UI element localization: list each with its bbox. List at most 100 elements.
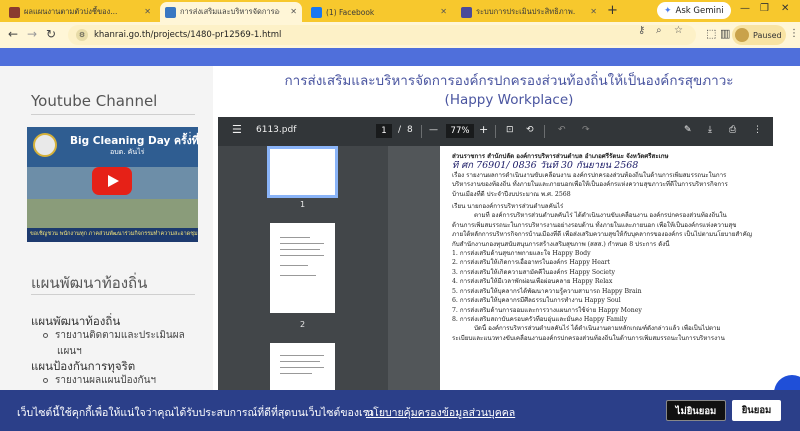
zoom-level-input[interactable]: 77% bbox=[446, 124, 474, 138]
address-bar[interactable]: ⚙ khanrai.go.th/projects/1480-pr12569-1.… bbox=[68, 25, 696, 45]
doc-line: 2. การส่งเสริมให้เกิดการเอื้ออาทรในองค์ก… bbox=[452, 259, 610, 267]
download-icon[interactable]: ⤓ bbox=[708, 125, 712, 135]
divider bbox=[31, 114, 195, 115]
doc-line: บัดนี้ องค์การบริหารส่วนตำบลคันไร่ ได้ดำ… bbox=[474, 325, 721, 333]
thumbnail-text-line bbox=[280, 237, 310, 238]
video-subtitle: อบต. คันไร่ bbox=[110, 148, 145, 156]
maximize-icon[interactable]: ❐ bbox=[760, 3, 769, 14]
page-thumbnail-2[interactable] bbox=[270, 223, 335, 313]
browser-toolbar: ← → ↻ ⚙ khanrai.go.th/projects/1480-pr12… bbox=[0, 22, 800, 48]
doc-line: บริหารงานของท้องถิ่น ทั้งภายในและภายนอกเ… bbox=[452, 181, 728, 189]
doc-line: 8. การส่งเสริมสถาบันครอบครัวที่อบอุ่นและ… bbox=[452, 315, 628, 323]
bookmark-star-icon[interactable]: ☆ bbox=[674, 25, 683, 36]
password-key-icon[interactable]: ⚷ bbox=[638, 25, 645, 36]
reload-icon[interactable]: ↻ bbox=[46, 27, 56, 41]
extensions-icon[interactable]: ⬚ bbox=[706, 27, 716, 40]
doc-line: 3. การส่งเสริมให้เกิดความสามัคคีในองค์กร… bbox=[452, 268, 615, 276]
forward-arrow-icon[interactable]: → bbox=[27, 27, 37, 41]
decline-cookies-button[interactable]: ไม่ยินยอม bbox=[666, 400, 726, 421]
tab-title: การส่งเสริมและบริหารจัดการองค์กร bbox=[180, 7, 280, 16]
doc-line: ส่วนราชการ สำนักปลัด องค์การบริหารส่วนตำ… bbox=[452, 153, 669, 160]
thumbnail-text-line bbox=[280, 275, 316, 276]
site-favicon-icon bbox=[461, 6, 472, 18]
thumbnail-text-line bbox=[280, 373, 312, 374]
doc-line: เรื่อง รายงานผลการดำเนินงานขับเคลื่อนงาน… bbox=[452, 171, 727, 179]
doc-line: บ้านเมืองที่ดี ประจำปีงบประมาณ พ.ศ. 2568 bbox=[452, 190, 571, 198]
avatar bbox=[735, 28, 749, 42]
side-panel-icon[interactable]: ▥ bbox=[720, 27, 730, 40]
doc-line: 6. การส่งเสริมให้บุคลากรมีศีลธรรมในการทำ… bbox=[452, 297, 621, 305]
page-number-input[interactable]: 1 bbox=[376, 124, 392, 138]
close-tab-icon[interactable]: ✕ bbox=[290, 7, 297, 16]
pdf-toolbar: ☰ 6113.pdf 1 / 8 — 77% + ⊡ ⟲ ↶ ↷ ✎ ⤓ ⎙ ⋮ bbox=[218, 117, 773, 146]
annotate-icon[interactable]: ✎ bbox=[684, 125, 692, 135]
youtube-video-embed[interactable]: Big Cleaning Day ครั้งที่ อบต. คันไร่ ⋮ … bbox=[27, 127, 198, 242]
redo-icon[interactable]: ↷ bbox=[582, 125, 590, 135]
thumbnail-panel: 1 2 bbox=[218, 146, 388, 431]
play-button-icon[interactable] bbox=[92, 167, 132, 195]
doc-line: ด้านการเพิ่มสมรรถนะในการบริหารงานอย่างรอ… bbox=[452, 221, 737, 229]
zoom-icon[interactable]: ⌕ bbox=[656, 25, 662, 36]
doc-line: ภายใต้หลักการบริหารกิจการบ้านเมืองที่ดี … bbox=[452, 231, 753, 239]
doc-line: 5. การส่งเสริมให้บุคลากรได้พัฒนาความรู้ค… bbox=[452, 287, 642, 295]
print-icon[interactable]: ⎙ bbox=[729, 125, 736, 135]
doc-line: 7. การส่งเสริมด้านการออมและการวางแผนการใ… bbox=[452, 306, 642, 314]
doc-line: ตามที่ องค์การบริหารส่วนตำบลคันไร่ ได้ดำ… bbox=[474, 212, 727, 220]
zoom-in-icon[interactable]: + bbox=[479, 123, 488, 136]
profile-button[interactable]: Paused bbox=[732, 25, 786, 45]
bullet-icon bbox=[43, 332, 48, 338]
pdf-page-content: ส่วนราชการ สำนักปลัด องค์การบริหารส่วนตำ… bbox=[440, 146, 773, 431]
sidebar-subitem-continuation[interactable]: แผนฯ bbox=[57, 344, 82, 359]
thumbnail-text-line bbox=[280, 249, 320, 250]
thumbnail-text-line bbox=[280, 255, 324, 256]
doc-line: เรียน นายกองค์การบริหารส่วนตำบลคันไร่ bbox=[452, 203, 564, 211]
privacy-policy-link[interactable]: นโยบายคุ้มครองข้อมูลส่วนบุคคล bbox=[366, 404, 515, 421]
site-favicon-icon bbox=[165, 6, 176, 18]
close-tab-icon[interactable]: ✕ bbox=[440, 7, 447, 16]
close-tab-icon[interactable]: ✕ bbox=[144, 7, 151, 16]
thumbnail-label: 2 bbox=[299, 320, 306, 329]
gemini-sparkle-icon: ✦ bbox=[664, 5, 672, 16]
close-tab-icon[interactable]: ✕ bbox=[590, 7, 597, 16]
new-tab-button[interactable]: + bbox=[607, 3, 618, 18]
browser-tab-1[interactable]: ผลแผนงานตามตัวบ่งชี้ของ... ✕ bbox=[4, 2, 156, 22]
undo-icon[interactable]: ↶ bbox=[558, 125, 566, 135]
minimize-icon[interactable]: — bbox=[740, 3, 750, 14]
ask-gemini-button[interactable]: ✦ Ask Gemini bbox=[657, 2, 731, 19]
zoom-out-icon[interactable]: — bbox=[429, 125, 438, 135]
accept-cookies-button[interactable]: ยินยอม bbox=[732, 400, 781, 421]
page-title-line1: การส่งเสริมและบริหารจัดการองค์กรปกครองส่… bbox=[284, 73, 734, 89]
browser-menu-icon[interactable]: ⋮ bbox=[789, 28, 799, 39]
video-thumbnail-ground bbox=[27, 199, 198, 229]
video-more-icon[interactable]: ⋮ bbox=[185, 131, 195, 142]
browser-tab-3[interactable]: (1) Facebook ✕ bbox=[306, 2, 452, 22]
divider bbox=[31, 294, 195, 295]
doc-line: กับสำนักงานกองทุนสนับสนุนการสร้างเสริมสุ… bbox=[452, 240, 670, 248]
sidebar-subitem-anticorruption-report[interactable]: รายงานผลแผนป้องกันฯ bbox=[43, 373, 156, 388]
video-caption: ขอเชิญชวน พนักงานทุก ภาคส่วนพัฒนาร่วมกิจ… bbox=[27, 228, 198, 242]
ask-gemini-label: Ask Gemini bbox=[675, 5, 724, 16]
sidebar-toggle-icon[interactable]: ☰ bbox=[232, 123, 242, 136]
more-options-icon[interactable]: ⋮ bbox=[753, 125, 762, 135]
page-title-line2: (Happy Workplace) bbox=[444, 92, 574, 108]
close-window-icon[interactable]: ✕ bbox=[781, 3, 789, 14]
url-text[interactable]: khanrai.go.th/projects/1480-pr12569-1.ht… bbox=[94, 30, 281, 40]
page-separator: / bbox=[398, 125, 402, 135]
fit-page-icon[interactable]: ⊡ bbox=[506, 125, 514, 135]
browser-tab-4[interactable]: ระบบการประเมินประสิทธิภาพ... ✕ bbox=[456, 2, 602, 22]
doc-line: ระเบียบและแนวทางขับเคลื่อนงานองค์กรปกครอ… bbox=[452, 334, 725, 342]
sidebar-subitem-monitoring-report[interactable]: รายงานติดตามและประเมินผล bbox=[43, 328, 185, 343]
browser-tab-strip: ผลแผนงานตามตัวบ่งชี้ของ... ✕ การส่งเสริม… bbox=[0, 0, 800, 22]
bullet-icon bbox=[43, 377, 48, 383]
tab-title: (1) Facebook bbox=[326, 7, 375, 17]
rotate-icon[interactable]: ⟲ bbox=[526, 125, 534, 135]
browser-tab-2[interactable]: การส่งเสริมและบริหารจัดการองค์กร ✕ bbox=[160, 2, 302, 22]
thumbnail-text-line bbox=[280, 367, 324, 368]
tab-title: ผลแผนงานตามตัวบ่งชี้ของ... bbox=[24, 7, 118, 16]
site-info-icon[interactable]: ⚙ bbox=[76, 29, 88, 41]
sidebar: Youtube Channel Big Cleaning Day ครั้งที… bbox=[0, 66, 213, 431]
channel-logo[interactable] bbox=[33, 133, 57, 157]
page-thumbnail-1[interactable] bbox=[267, 146, 338, 198]
back-arrow-icon[interactable]: ← bbox=[8, 27, 18, 41]
site-header-bar bbox=[0, 48, 800, 66]
